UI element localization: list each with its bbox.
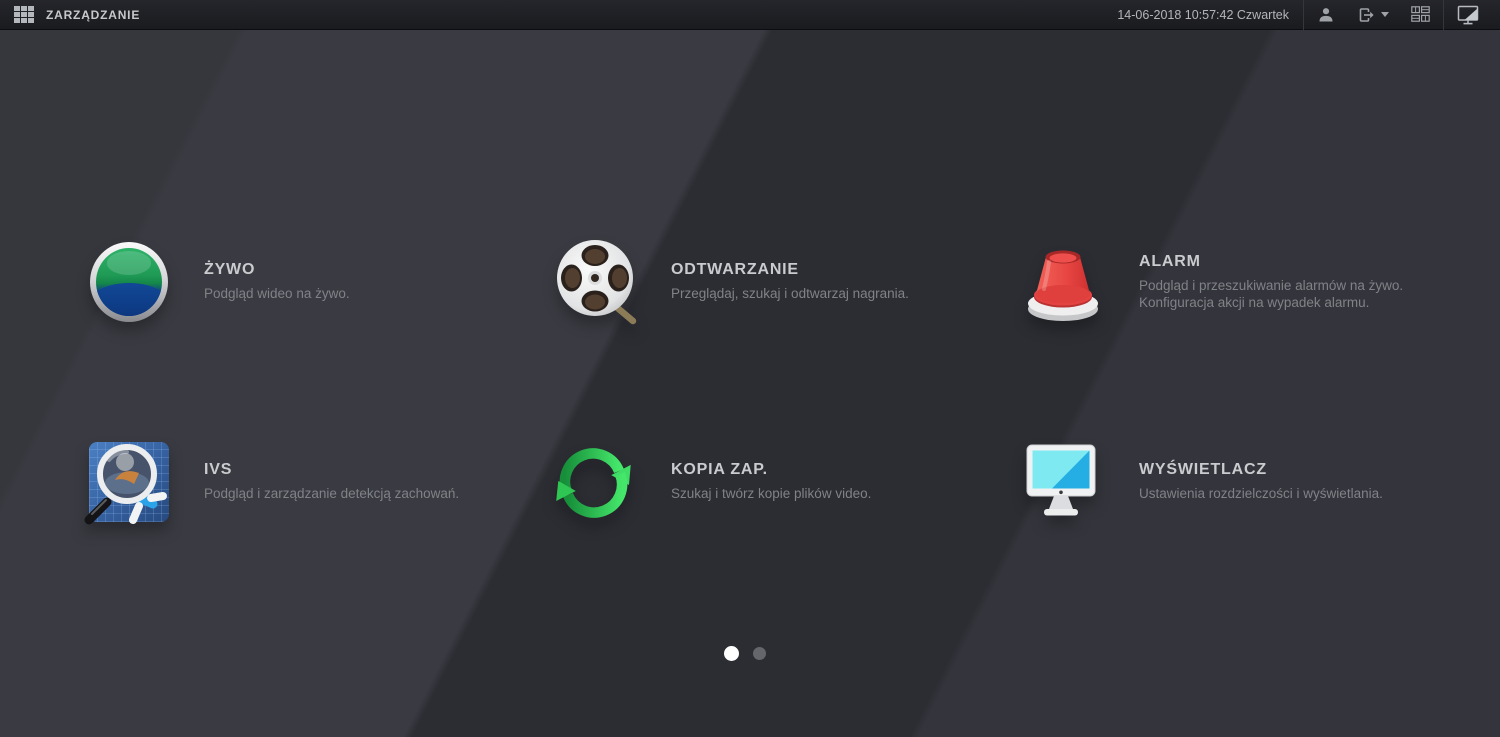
menu-text: KOPIA ZAP. Szukaj i twórz kopie plików v… <box>671 461 871 502</box>
chevron-down-icon <box>1381 12 1389 17</box>
menu-text: ŻYWO Podgląd wideo na żywo. <box>204 261 350 302</box>
pagination-dots <box>724 646 766 661</box>
menu-title-playback: ODTWARZANIE <box>671 261 799 279</box>
menu-item-live[interactable]: ŻYWO Podgląd wideo na żywo. <box>85 237 525 327</box>
display-icon <box>1020 437 1108 527</box>
user-icon <box>1319 7 1333 21</box>
live-icon <box>85 237 173 327</box>
menu-item-backup[interactable]: KOPIA ZAP. Szukaj i twórz kopie plików v… <box>552 437 992 527</box>
menu-desc-display: Ustawienia rozdzielczości i wyświetlania… <box>1139 486 1383 502</box>
multi-screen-icon <box>1411 6 1430 22</box>
menu-item-playback[interactable]: ODTWARZANIE Przeglądaj, szukaj i odtwarz… <box>552 237 992 327</box>
apps-grid-icon[interactable] <box>14 6 34 23</box>
topbar: ZARZĄDZANIE 14-06-2018 10:57:42 Czwartek <box>0 0 1500 30</box>
menu-title-display: WYŚWIETLACZ <box>1139 461 1267 479</box>
menu-item-ivs[interactable]: IVS Podgląd i zarządzanie detekcją zacho… <box>84 437 525 527</box>
menu-desc-ivs: Podgląd i zarządzanie detekcją zachowań. <box>204 486 460 502</box>
menu-text: ODTWARZANIE Przeglądaj, szukaj i odtwarz… <box>671 261 909 302</box>
alarm-icon <box>1020 237 1108 327</box>
menu-item-display[interactable]: WYŚWIETLACZ Ustawienia rozdzielczości i … <box>1020 437 1485 527</box>
divider <box>1443 0 1444 30</box>
ivs-icon <box>84 437 173 527</box>
page-dot[interactable] <box>753 647 766 660</box>
topbar-right: 14-06-2018 10:57:42 Czwartek <box>1117 0 1490 30</box>
playback-icon <box>552 237 640 327</box>
menu-item-alarm[interactable]: ALARM Podgląd i przeszukiwanie alarmów n… <box>1020 237 1485 327</box>
menu-title-alarm: ALARM <box>1139 252 1201 270</box>
backup-icon <box>552 437 640 527</box>
menu-desc-backup: Szukaj i twórz kopie plików video. <box>671 486 872 502</box>
page-title: ZARZĄDZANIE <box>46 7 141 22</box>
menu-text: ALARM Podgląd i przeszukiwanie alarmów n… <box>1139 253 1403 312</box>
menu-title-backup: KOPIA ZAP. <box>671 461 768 479</box>
main-monitor-icon <box>1457 5 1479 25</box>
menu-text: WYŚWIETLACZ Ustawienia rozdzielczości i … <box>1139 461 1383 502</box>
topbar-left: ZARZĄDZANIE <box>14 6 140 23</box>
management-home-screen: ZARZĄDZANIE 14-06-2018 10:57:42 Czwartek <box>0 0 1500 737</box>
main-monitor-button[interactable] <box>1446 0 1490 30</box>
divider <box>1303 0 1304 30</box>
user-button[interactable] <box>1306 0 1346 30</box>
page-dot-active[interactable] <box>724 646 739 661</box>
menu-title-ivs: IVS <box>204 461 233 479</box>
menu-title-live: ŻYWO <box>204 261 256 279</box>
menu-desc-playback: Przeglądaj, szukaj i odtwarzaj nagrania. <box>671 286 909 302</box>
menu-text: IVS Podgląd i zarządzanie detekcją zacho… <box>204 461 459 502</box>
logout-button[interactable] <box>1346 0 1400 30</box>
menu-desc-live: Podgląd wideo na żywo. <box>204 286 350 302</box>
datetime-display: 14-06-2018 10:57:42 Czwartek <box>1117 7 1289 22</box>
menu-desc-alarm: Podgląd i przeszukiwanie alarmów na żywo… <box>1139 277 1404 310</box>
multi-screen-button[interactable] <box>1400 0 1441 30</box>
logout-icon <box>1359 7 1374 22</box>
